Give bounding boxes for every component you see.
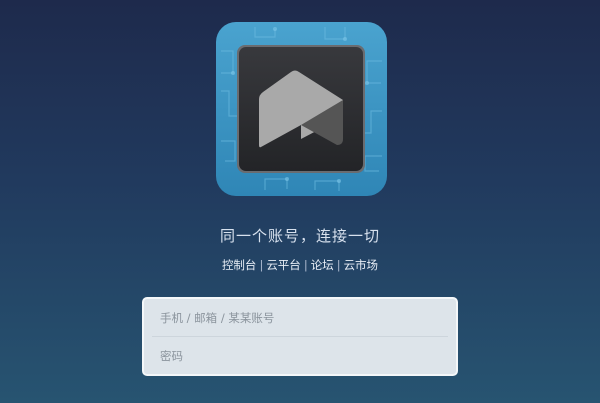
account-input[interactable]	[144, 299, 456, 336]
app-logo-icon	[216, 22, 387, 196]
link-console[interactable]: 控制台	[222, 258, 257, 272]
link-separator: |	[336, 258, 341, 272]
link-forum[interactable]: 论坛	[311, 258, 334, 272]
link-cloud-market[interactable]: 云市场	[344, 258, 379, 272]
password-input[interactable]	[144, 337, 456, 374]
quick-links: 控制台 | 云平台 | 论坛 | 云市场	[0, 257, 600, 273]
tagline: 同一个账号，连接一切	[219, 227, 380, 245]
link-separator: |	[259, 258, 264, 272]
link-separator: |	[303, 258, 308, 272]
link-cloud-platform[interactable]: 云平台	[266, 258, 301, 272]
app-logo	[215, 21, 388, 197]
login-form	[142, 297, 458, 376]
